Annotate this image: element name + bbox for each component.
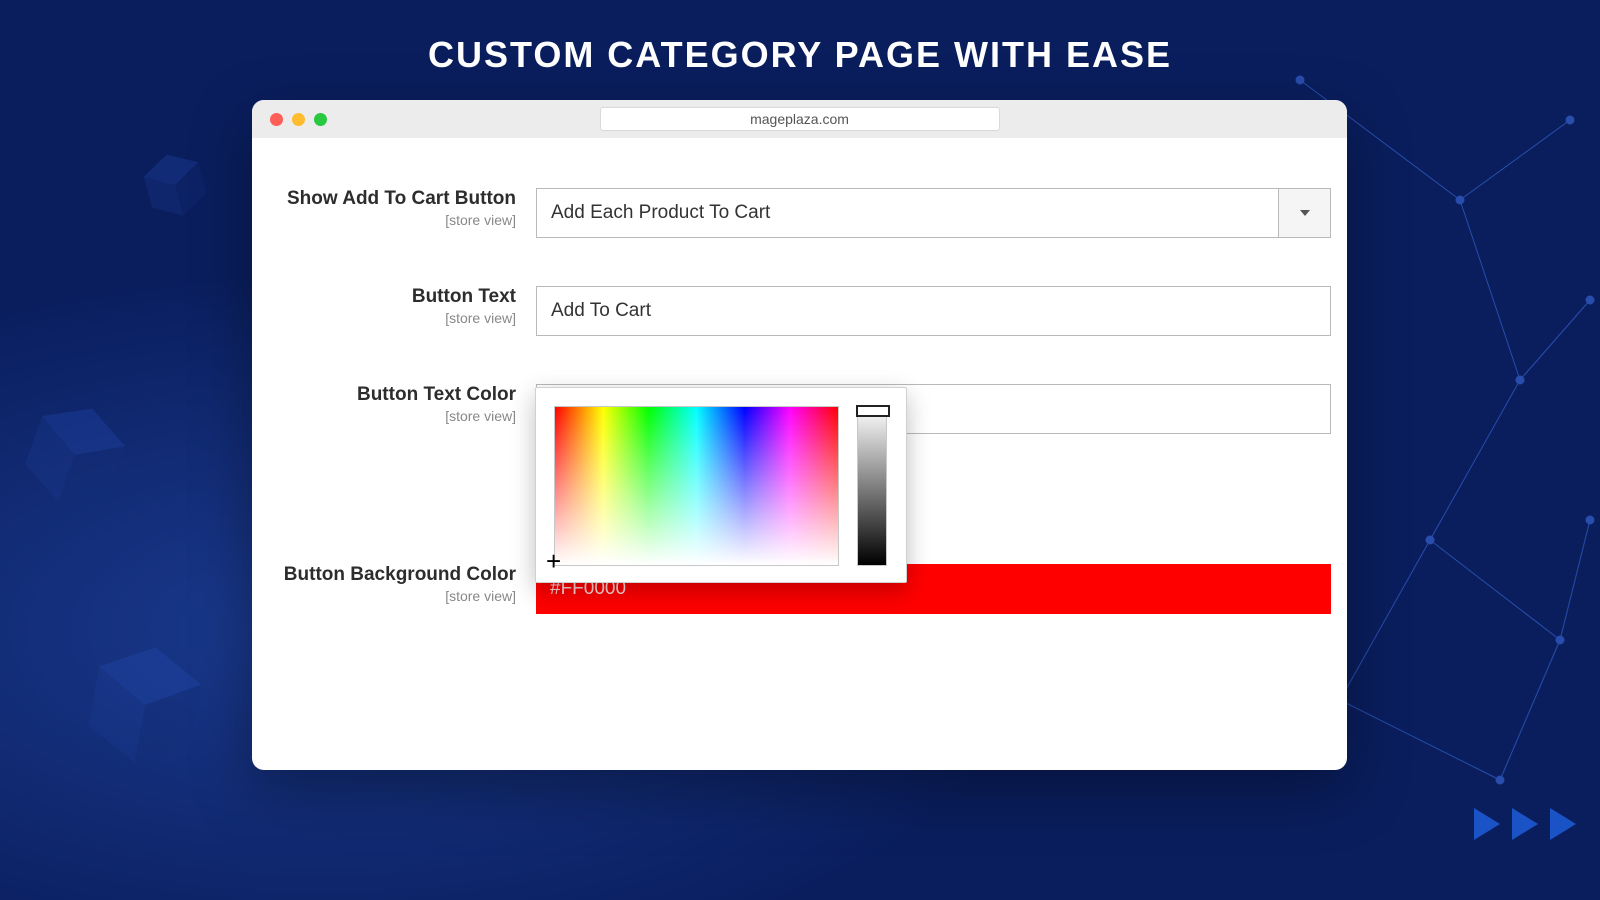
close-icon[interactable] xyxy=(270,113,283,126)
page-title: CUSTOM CATEGORY PAGE WITH EASE xyxy=(0,0,1600,76)
browser-window: mageplaza.com Show Add To Cart Button [s… xyxy=(252,100,1347,770)
triangle-icons xyxy=(1474,808,1576,840)
field-scope: [store view] xyxy=(266,588,516,604)
field-show-add-to-cart: Show Add To Cart Button [store view] Add… xyxy=(266,188,1333,238)
field-label: Button Text xyxy=(266,286,516,308)
field-button-text: Button Text [store view] xyxy=(266,286,1333,336)
form-content: Show Add To Cart Button [store view] Add… xyxy=(252,138,1347,634)
add-to-cart-select[interactable]: Add Each Product To Cart xyxy=(536,188,1331,238)
crosshair-icon: + xyxy=(546,548,561,574)
select-value: Add Each Product To Cart xyxy=(536,188,1279,238)
browser-titlebar: mageplaza.com xyxy=(252,100,1347,138)
hue-saturation-area[interactable]: + xyxy=(554,406,839,566)
slider-handle[interactable] xyxy=(856,405,890,417)
field-scope: [store view] xyxy=(266,212,516,228)
field-label: Button Background Color xyxy=(266,564,516,586)
maximize-icon[interactable] xyxy=(314,113,327,126)
minimize-icon[interactable] xyxy=(292,113,305,126)
window-controls xyxy=(270,113,327,126)
field-label: Button Text Color xyxy=(266,384,516,406)
field-scope: [store view] xyxy=(266,408,516,424)
lightness-slider[interactable] xyxy=(857,406,887,566)
button-text-input[interactable] xyxy=(536,286,1331,336)
address-bar[interactable]: mageplaza.com xyxy=(600,107,1000,131)
color-picker-popup[interactable]: + xyxy=(535,387,907,583)
field-scope: [store view] xyxy=(266,310,516,326)
chevron-down-icon[interactable] xyxy=(1279,188,1331,238)
field-label: Show Add To Cart Button xyxy=(266,188,516,210)
